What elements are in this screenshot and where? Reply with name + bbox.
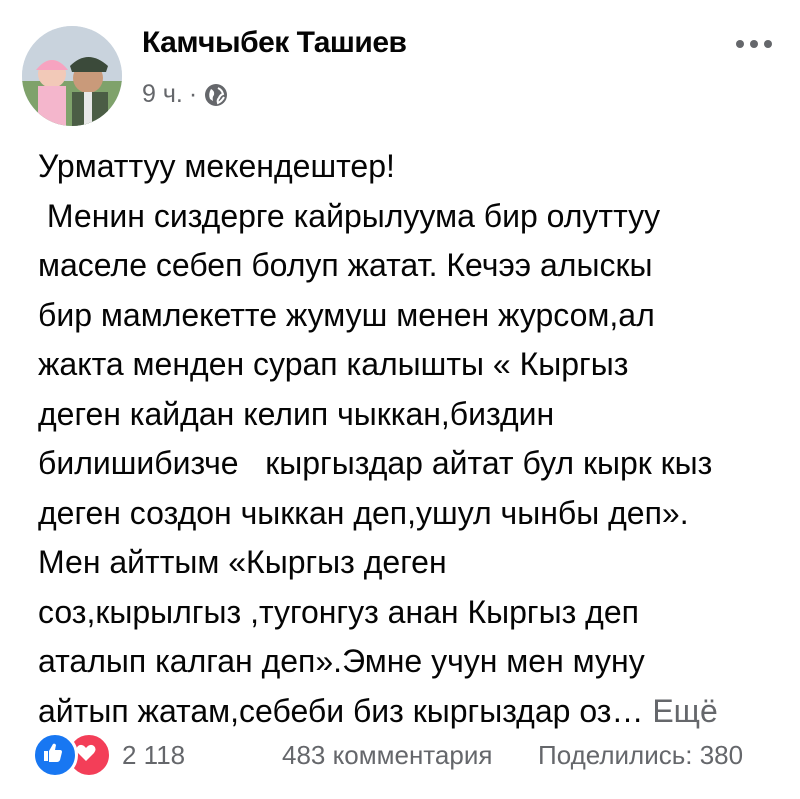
post-line: Менин сиздерге кайрылуума бир олуттуу [38,197,661,234]
like-icon [32,732,78,778]
post-time[interactable]: 9 ч. [142,80,183,109]
post-line: Мен айттым «Кыргыз деген [38,544,447,580]
post-line: бир мамлекетте жумуш менен журсом,ал [38,296,655,333]
post-line: билишибизче кыргыздар айтат бул кырк кыз [38,445,713,481]
more-dots-icon [736,40,744,48]
post-line: Урматтуу мекендештер! [38,148,395,184]
author-avatar[interactable] [22,26,122,126]
shares-count-link[interactable]: Поделились: 380 [538,740,743,771]
globe-icon [203,82,229,108]
post-line: соз,кырылгыз ,тугонгуз анан Кыргыз деп [38,593,639,630]
comments-count-link[interactable]: 483 комментария [282,740,492,771]
post-line: жакта менден сурап калышты « Кыргыз [38,346,629,382]
post-line: деген создон чыккан деп,ушул чынбы деп». [38,494,689,531]
post-line: маселе себеп болуп жатат. Кечээ алыскы [38,247,653,283]
meta-separator: · [188,80,198,108]
reactions-summary[interactable]: 2 118 [32,732,185,778]
reaction-count: 2 118 [122,739,186,770]
avatar-photo [22,26,122,126]
post-meta: 9 ч. · [142,80,229,109]
post-line: аталып калган деп».Эмне учун мен муну [38,643,645,679]
more-options-button[interactable] [724,26,784,62]
post-footer: 2 118 483 комментария Поделились: 380 [0,722,800,782]
post-body: Урматтуу мекендештер! Менин сиздерге кай… [38,142,778,736]
author-name[interactable]: Камчыбек Ташиев [142,26,407,60]
post-header: Камчыбек Ташиев 9 ч. · [0,0,800,130]
post-line: деген кайдан келип чыккан,биздин [38,395,555,432]
